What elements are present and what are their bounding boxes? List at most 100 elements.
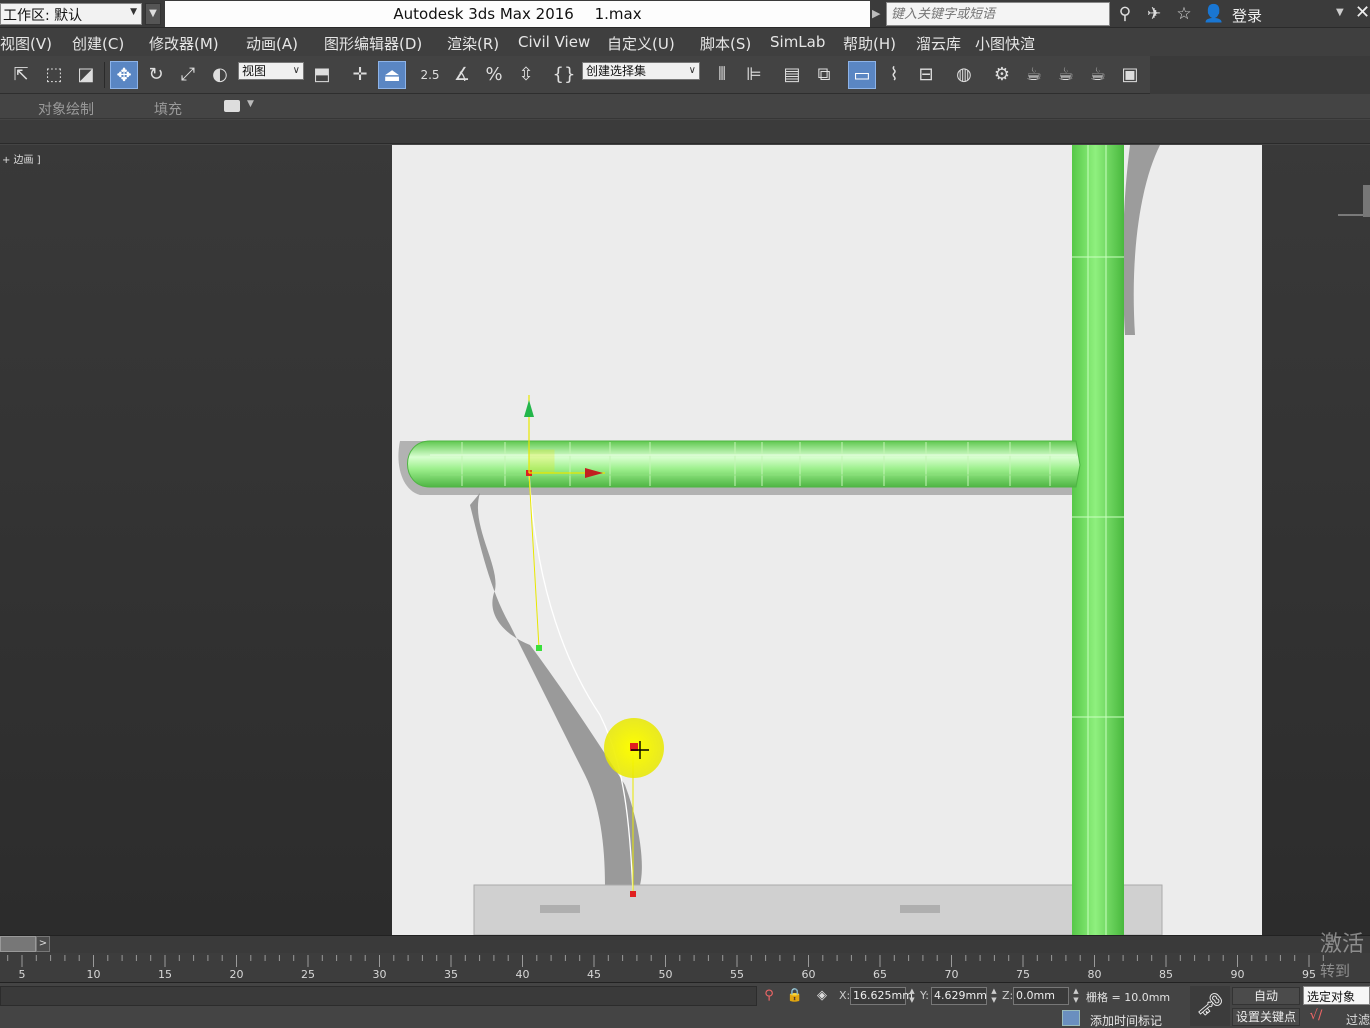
menu-quick-render[interactable]: 小图快渲 <box>975 33 1035 54</box>
spinner-snap-icon[interactable]: ⇳ <box>512 61 540 89</box>
lock-icon[interactable]: 🔒 <box>786 987 804 1005</box>
tab-populate[interactable]: 填充 <box>154 99 182 119</box>
menu-civil-view[interactable]: Civil View <box>518 33 590 51</box>
absolute-mode-icon[interactable]: ◈ <box>813 987 831 1005</box>
activation-watermark: 激活 <box>1320 932 1365 957</box>
viewport-scene[interactable] <box>0 145 1370 935</box>
next-frame-button[interactable]: > <box>36 936 50 952</box>
chevron-down-icon[interactable]: ▼ <box>247 99 254 109</box>
menu-modifiers[interactable]: 修改器(M) <box>149 33 219 54</box>
move-icon[interactable]: ✥ <box>110 61 138 89</box>
menu-help[interactable]: 帮助(H) <box>843 33 896 54</box>
scene-explorer-icon[interactable]: ⧉ <box>810 61 838 89</box>
chevron-down-icon: ∨ <box>292 65 300 76</box>
app-title: Autodesk 3ds Max 2016 <box>393 5 574 23</box>
rotate-icon[interactable]: ↻ <box>142 61 170 89</box>
curve-editor-icon[interactable]: ⌇ <box>880 61 908 89</box>
toolbar-empty-area <box>1150 56 1370 94</box>
key-icon[interactable]: 🗝 <box>1190 986 1230 1026</box>
key-filters-button[interactable]: 过滤 <box>1346 1011 1370 1028</box>
chevron-down-icon[interactable]: ▼ <box>1336 7 1344 18</box>
y-spinner[interactable]: ▲ ▼ <box>989 987 999 1005</box>
render-online-icon[interactable]: ▣ <box>1116 61 1144 89</box>
quick-access-dropdown-button[interactable]: ▼ <box>145 3 161 25</box>
snap-value-label: 2.5 <box>420 68 440 82</box>
login-button[interactable]: 登录 <box>1232 5 1262 26</box>
menu-view[interactable]: 视图(V) <box>0 33 52 54</box>
auto-key-button[interactable]: 自动 <box>1232 987 1300 1005</box>
ruler-tick-label: 30 <box>372 968 387 981</box>
menu-create[interactable]: 创建(C) <box>72 33 124 54</box>
key-filter-dropdown[interactable]: 选定对象 <box>1303 986 1370 1005</box>
workspace-label: 工作区: 默认 <box>3 8 83 24</box>
time-slider-track[interactable] <box>0 935 1370 953</box>
title-bar: 工作区: 默认 ▼ ▼ Autodesk 3ds Max 2016 1.max … <box>0 0 1370 28</box>
scale-icon[interactable]: ⤢ <box>174 61 202 89</box>
search-input[interactable] <box>886 2 1110 26</box>
angle-snap-icon[interactable]: ∡ <box>448 61 476 89</box>
star-icon[interactable]: ☆ <box>1173 3 1195 25</box>
window-title: Autodesk 3ds Max 2016 1.max <box>165 1 870 27</box>
workspace-dropdown[interactable]: 工作区: 默认 ▼ <box>0 3 142 25</box>
mirror-icon[interactable]: ⫴ <box>708 61 736 89</box>
x-spinner[interactable]: ▲ ▼ <box>907 987 917 1005</box>
z-spinner[interactable]: ▲ ▼ <box>1071 987 1081 1005</box>
ruler-tick-label: 5 <box>18 968 26 981</box>
named-selection-dropdown[interactable]: 创建选择集 ∨ <box>582 62 700 80</box>
toolbar-divider <box>104 62 105 88</box>
menu-graph-editors[interactable]: 图形编辑器(D) <box>324 33 422 54</box>
menu-animation[interactable]: 动画(A) <box>246 33 298 54</box>
gizmo-plane-handle <box>528 449 555 474</box>
window-crossing-icon[interactable]: ◪ <box>72 61 100 89</box>
exchange-icon[interactable]: ✈ <box>1143 3 1165 25</box>
reference-coordinate-dropdown[interactable]: 视图 ∨ <box>238 62 304 80</box>
ribbon-toggle-icon[interactable]: ▭ <box>848 61 876 89</box>
user-icon[interactable]: 👤 <box>1203 3 1225 25</box>
time-tag-icon[interactable] <box>1062 1010 1080 1026</box>
menu-rendering[interactable]: 渲染(R) <box>447 33 499 54</box>
x-coordinate-field[interactable]: 16.625mm <box>850 987 913 1005</box>
viewport-side-handle[interactable] <box>1363 185 1370 217</box>
tab-object-paint[interactable]: 对象绘制 <box>38 99 94 119</box>
timeline-ruler[interactable]: 5 10 15 20 25 30 35 40 45 50 55 60 65 70 75 80 85 90 95 <box>0 953 1370 983</box>
viewport-label[interactable]: + 边画 ] <box>2 151 41 166</box>
snap-toggle-icon[interactable]: 2.5 <box>416 61 444 89</box>
menu-simlab[interactable]: SimLab <box>770 33 825 51</box>
render-production-icon[interactable]: ☕ <box>1052 61 1080 89</box>
isolate-icon[interactable]: ⚲ <box>760 987 778 1005</box>
menu-customize[interactable]: 自定义(U) <box>607 33 675 54</box>
curve-icon[interactable]: √∕ <box>1304 1008 1328 1026</box>
render-frame-icon[interactable]: ☕ <box>1020 61 1048 89</box>
ruler-tick-label: 45 <box>587 968 601 981</box>
align-icon[interactable]: ⊫ <box>740 61 768 89</box>
menu-scripting[interactable]: 脚本(S) <box>700 33 751 54</box>
close-icon[interactable]: ✕ <box>1355 2 1370 23</box>
rect-selection-icon[interactable]: ⬚ <box>40 61 68 89</box>
keyboard-shortcut-icon[interactable]: ⏏ <box>378 61 406 89</box>
horizontal-pipe <box>407 440 1081 488</box>
y-coordinate-field[interactable]: 4.629mm <box>931 987 987 1005</box>
manipulate-icon[interactable]: ✛ <box>346 61 374 89</box>
place-icon[interactable]: ◐ <box>206 61 234 89</box>
z-coordinate-field[interactable]: 0.0mm <box>1013 987 1069 1005</box>
edit-named-selection-icon[interactable]: {} <box>550 61 578 89</box>
percent-snap-icon[interactable]: % <box>480 61 508 89</box>
ribbon-minimize-icon[interactable] <box>224 100 240 112</box>
ruler-tick-label: 10 <box>86 968 101 981</box>
menu-liuyunku[interactable]: 溜云库 <box>916 33 961 54</box>
select-object-icon[interactable]: ⇱ <box>7 61 35 89</box>
ruler-tick-label: 20 <box>229 968 244 981</box>
binoculars-icon[interactable]: ⚲ <box>1114 3 1136 25</box>
render-setup-icon[interactable]: ⚙ <box>988 61 1016 89</box>
set-key-button[interactable]: 设置关键点 <box>1232 1008 1300 1026</box>
pivot-center-icon[interactable]: ⬒ <box>308 61 336 89</box>
render-iterative-icon[interactable]: ☕ <box>1084 61 1112 89</box>
time-slider-thumb[interactable] <box>0 936 36 952</box>
material-editor-icon[interactable]: ◍ <box>950 61 978 89</box>
dope-sheet-icon[interactable]: ⊟ <box>912 61 940 89</box>
layer-manager-icon[interactable]: ▤ <box>778 61 806 89</box>
ruler-tick-label: 40 <box>515 968 530 981</box>
add-time-tag-label[interactable]: 添加时间标记 <box>1090 1012 1162 1028</box>
viewport-front[interactable]: + 边画 ] <box>0 145 1370 935</box>
expand-arrow-icon[interactable]: ▶ <box>872 7 880 20</box>
